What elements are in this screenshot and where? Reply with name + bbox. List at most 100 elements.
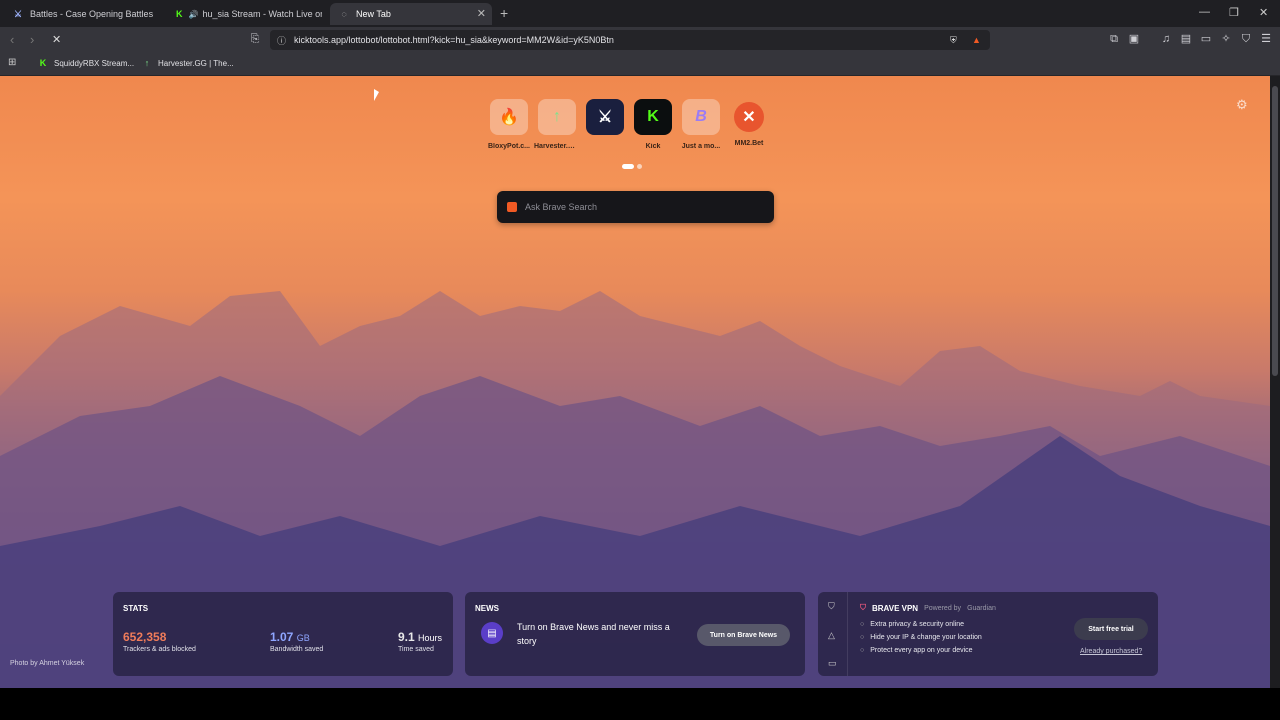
turn-on-news-button[interactable]: Turn on Brave News — [697, 624, 790, 646]
loading-icon: ◌ — [341, 9, 347, 19]
news-card: NEWS ▤ Turn on Brave News and never miss… — [465, 592, 805, 676]
vpn-feature: ○ Protect every app on your device — [860, 647, 973, 654]
talk-widget-icon[interactable]: ▭ — [828, 658, 837, 669]
stats-card: STATS 652,358 Trackers & ads blocked 1.0… — [113, 592, 453, 676]
tab-battles[interactable]: ⚔ Battles - Case Opening Battles — [8, 3, 168, 25]
mouse-cursor — [374, 89, 379, 101]
top-site-bloxypot[interactable]: 🔥 BloxyPot.c... — [488, 99, 530, 150]
search-box[interactable]: Ask Brave Search — [497, 191, 774, 223]
check-icon: ○ — [860, 647, 865, 654]
stats-title: STATS — [123, 604, 149, 613]
pager-dot[interactable] — [637, 164, 642, 169]
vpn-feature-text: Protect every app on your device — [870, 647, 973, 654]
axe-icon: ✕ — [734, 102, 764, 132]
pager-dot[interactable] — [622, 164, 634, 169]
top-sites: 🔥 BloxyPot.c... ↑ Harvester.GGmm2wild.c.… — [488, 99, 768, 150]
top-site-kick[interactable]: K Kick — [634, 99, 672, 150]
wallet-icon[interactable]: ▭ — [1200, 33, 1212, 45]
trackers-value: 652,358 — [123, 630, 167, 644]
tab-new-tab[interactable]: ◌ New Tab ✕ — [330, 3, 492, 25]
vpn-card: ⛉ △ ▭ ⛉ BRAVE VPN Powered by Guardian ○ E… — [818, 592, 1158, 676]
toolbar: ‹ › ✕ ⎘ ⓘ kicktools.app/lottobot/lottobo… — [0, 27, 1280, 53]
tab-title: hu_sia Stream - Watch Live on Ki — [202, 9, 322, 19]
time-unit: Hours — [418, 633, 443, 643]
rewards-widget-icon[interactable]: △ — [828, 630, 835, 641]
vpn-feature-text: Hide your IP & change your location — [870, 634, 982, 641]
bandwidth-unit: GB — [296, 633, 310, 643]
tab-title: Battles - Case Opening Battles — [30, 9, 154, 19]
extensions-icon[interactable]: ⧉ — [1108, 33, 1120, 45]
forward-icon[interactable]: › — [30, 32, 34, 47]
top-site-just-a-moment[interactable]: B Just a mo... — [682, 99, 720, 150]
vpn-powered-brand: Guardian — [967, 604, 996, 612]
stat-trackers: 652,358 Trackers & ads blocked — [123, 630, 196, 653]
brave-logo-icon — [507, 202, 517, 212]
scroll-thumb[interactable] — [1272, 86, 1278, 376]
speaker-icon: 🔊 — [188, 9, 199, 19]
customize-gear-icon[interactable]: ⚙ — [1236, 97, 1248, 113]
bookmarks-bar: ⊞ K SquiddyRBX Stream... ↑ Harvester.GG … — [0, 53, 1280, 76]
start-free-trial-button[interactable]: Start free trial — [1074, 618, 1148, 640]
menu-icon[interactable]: ☰ — [1260, 33, 1272, 45]
time-value: 9.1 — [398, 630, 415, 644]
bloxy-icon: ⚔ — [586, 99, 624, 135]
top-site-mm2bet[interactable]: ✕ MM2.Bet — [730, 99, 768, 150]
top-sites-pager — [622, 164, 642, 169]
stop-loading-icon[interactable]: ✕ — [52, 33, 61, 46]
photo-credit[interactable]: Photo by Ahmet Yüksek — [10, 660, 84, 667]
top-site-battles[interactable]: ⚔ — [586, 99, 624, 150]
top-site-label: Just a mo... — [681, 143, 721, 150]
top-site-label: BloxyPot.c... — [487, 143, 530, 150]
top-site-label: Kick — [645, 143, 661, 150]
vpn-widget-icon[interactable]: ⛉ — [828, 601, 835, 612]
tab-kick-stream[interactable]: K 🔊 hu_sia Stream - Watch Live on Ki — [172, 3, 322, 25]
brave-shields-icon[interactable]: ⛨ — [950, 35, 957, 46]
bloxflip-icon: B — [682, 99, 720, 135]
bookmark-label: Harvester.GG | The... — [158, 58, 234, 68]
vpn-icon[interactable]: ⛉ — [1240, 33, 1252, 45]
search-placeholder[interactable]: Ask Brave Search — [525, 202, 597, 212]
kick-icon: K — [176, 9, 183, 19]
bottom-letterbox — [0, 688, 1280, 720]
vpn-feature-text: Extra privacy & security online — [870, 621, 964, 628]
bookmark-icon[interactable]: ⎘ — [249, 33, 261, 45]
url-text[interactable]: kicktools.app/lottobot/lottobot.html?kic… — [294, 35, 614, 45]
vpn-feature: ○ Hide your IP & change your location — [860, 634, 982, 641]
trackers-label: Trackers & ads blocked — [123, 646, 196, 653]
address-bar[interactable]: ⓘ kicktools.app/lottobot/lottobot.html?k… — [270, 30, 990, 50]
top-site-label: Harvester.GGmm2wild.c... — [534, 143, 580, 150]
minimize-icon[interactable]: — — [1199, 6, 1210, 18]
new-tab-button[interactable]: + — [500, 5, 508, 21]
stat-time: 9.1 Hours Time saved — [398, 630, 442, 653]
leo-ai-icon[interactable]: ✧ — [1220, 33, 1232, 45]
close-tab-icon[interactable]: ✕ — [477, 7, 486, 20]
tab-bar: ⚔ Battles - Case Opening Battles K 🔊 hu_… — [0, 0, 1280, 27]
apps-grid-icon[interactable]: ⊞ — [8, 57, 16, 68]
bookmark-harvester[interactable]: ↑ Harvester.GG | The... — [142, 58, 234, 68]
widget-switcher: ⛉ △ ▭ — [818, 592, 848, 676]
back-icon[interactable]: ‹ — [10, 32, 14, 47]
screenshot-icon[interactable]: ▣ — [1128, 33, 1140, 45]
site-info-icon[interactable]: ⓘ — [277, 34, 286, 47]
vpn-shield-icon: ⛉ — [860, 603, 866, 612]
harvester-icon: ↑ — [538, 99, 576, 135]
news-icon: ▤ — [481, 622, 503, 644]
vpn-title: ⛉ BRAVE VPN Powered by Guardian — [860, 603, 996, 613]
bookmark-squiddy[interactable]: K SquiddyRBX Stream... — [38, 58, 134, 68]
close-window-icon[interactable]: ✕ — [1259, 6, 1268, 19]
bookmark-label: SquiddyRBX Stream... — [54, 58, 135, 68]
brave-rewards-icon[interactable]: ▲ — [972, 35, 981, 45]
top-site-label: MM2.Bet — [734, 140, 764, 147]
stat-bandwidth: 1.07 GB Bandwidth saved — [270, 630, 323, 653]
news-title: NEWS — [475, 604, 499, 613]
restore-icon[interactable]: ❐ — [1229, 6, 1239, 19]
page-scrollbar[interactable] — [1270, 76, 1280, 688]
top-site-harvester[interactable]: ↑ Harvester.GGmm2wild.c... — [534, 99, 580, 150]
bandwidth-value: 1.07 — [270, 630, 294, 644]
already-purchased-link[interactable]: Already purchased? — [1080, 648, 1142, 655]
sidebar-icon[interactable]: ▤ — [1180, 33, 1192, 45]
news-text: Turn on Brave News and never miss a stor… — [517, 622, 670, 646]
harvester-icon: ↑ — [144, 58, 150, 68]
music-icon[interactable]: ♫ — [1160, 33, 1172, 45]
vpn-title-text: BRAVE VPN — [872, 603, 919, 613]
